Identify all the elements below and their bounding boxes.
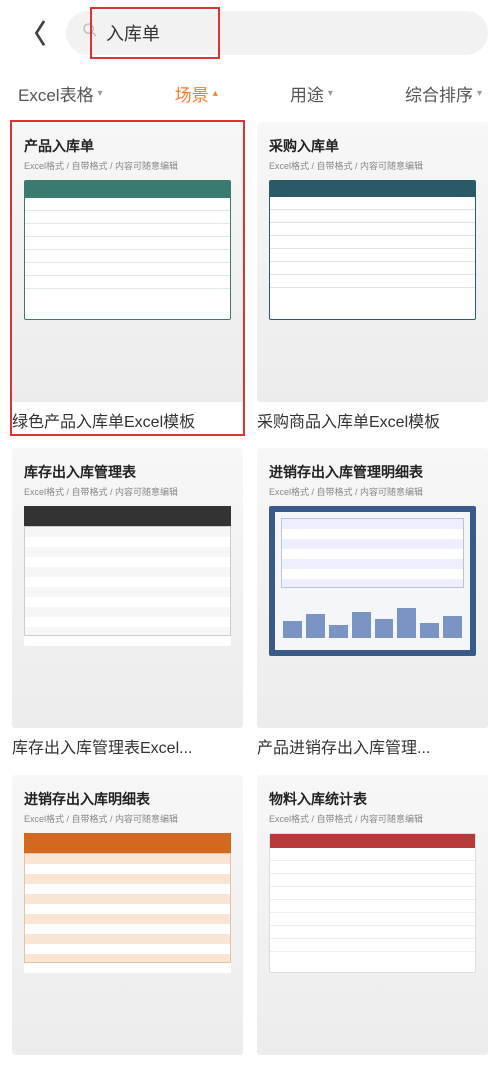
template-grid: 产品入库单 Excel格式 / 自带格式 / 内容可随意编辑 绿色产品入库单Ex… xyxy=(0,118,500,1067)
template-thumbnail: 物料入库统计表 Excel格式 / 自带格式 / 内容可随意编辑 xyxy=(257,775,488,1055)
template-card[interactable]: 采购入库单 Excel格式 / 自带格式 / 内容可随意编辑 采购商品入库单Ex… xyxy=(257,122,488,434)
chevron-down-icon: ▾ xyxy=(477,88,482,99)
mini-table-preview xyxy=(269,506,476,656)
thumb-subtitle: Excel格式 / 自带格式 / 内容可随意编辑 xyxy=(24,159,231,172)
thumb-title: 进销存出入库明细表 xyxy=(24,789,231,809)
thumb-subtitle: Excel格式 / 自带格式 / 内容可随意编辑 xyxy=(24,812,231,825)
thumb-subtitle: Excel格式 / 自带格式 / 内容可随意编辑 xyxy=(269,159,476,172)
filter-tabs: Excel表格 ▾ 场景 ▴ 用途 ▾ 综合排序 ▾ xyxy=(0,65,500,118)
mini-table-preview xyxy=(269,833,476,973)
template-thumbnail: 采购入库单 Excel格式 / 自带格式 / 内容可随意编辑 xyxy=(257,122,488,402)
template-thumbnail: 进销存出入库管理明细表 Excel格式 / 自带格式 / 内容可随意编辑 xyxy=(257,448,488,728)
tab-label: 用途 xyxy=(290,81,324,106)
header: 〈 xyxy=(0,0,500,65)
search-icon xyxy=(82,22,98,43)
tab-usage[interactable]: 用途 ▾ xyxy=(290,81,333,106)
tab-label: 综合排序 xyxy=(405,81,473,106)
thumb-subtitle: Excel格式 / 自带格式 / 内容可随意编辑 xyxy=(24,485,231,498)
template-card[interactable]: 库存出入库管理表 Excel格式 / 自带格式 / 内容可随意编辑 库存出入库管… xyxy=(12,448,243,760)
search-input[interactable] xyxy=(106,22,472,43)
search-bar[interactable] xyxy=(66,11,488,55)
template-thumbnail: 进销存出入库明细表 Excel格式 / 自带格式 / 内容可随意编辑 xyxy=(12,775,243,1055)
template-card[interactable]: 进销存出入库明细表 Excel格式 / 自带格式 / 内容可随意编辑 xyxy=(12,775,243,1055)
mini-table-preview xyxy=(24,506,231,646)
template-card[interactable]: 产品入库单 Excel格式 / 自带格式 / 内容可随意编辑 绿色产品入库单Ex… xyxy=(12,122,243,434)
mini-table-preview xyxy=(24,833,231,973)
template-title: 库存出入库管理表Excel... xyxy=(12,738,243,760)
chevron-up-icon: ▴ xyxy=(213,88,218,99)
thumb-title: 产品入库单 xyxy=(24,136,231,156)
template-thumbnail: 产品入库单 Excel格式 / 自带格式 / 内容可随意编辑 xyxy=(12,122,243,402)
template-title: 绿色产品入库单Excel模板 xyxy=(12,412,243,434)
tab-sort[interactable]: 综合排序 ▾ xyxy=(405,81,482,106)
template-thumbnail: 库存出入库管理表 Excel格式 / 自带格式 / 内容可随意编辑 xyxy=(12,448,243,728)
tab-label: 场景 xyxy=(175,81,209,106)
template-title: 产品进销存出入库管理... xyxy=(257,738,488,760)
template-card[interactable]: 物料入库统计表 Excel格式 / 自带格式 / 内容可随意编辑 xyxy=(257,775,488,1055)
template-title: 采购商品入库单Excel模板 xyxy=(257,412,488,434)
chevron-down-icon: ▾ xyxy=(328,88,333,99)
template-card[interactable]: 进销存出入库管理明细表 Excel格式 / 自带格式 / 内容可随意编辑 产品进… xyxy=(257,448,488,760)
tab-excel-format[interactable]: Excel表格 ▾ xyxy=(18,81,103,106)
thumb-title: 物料入库统计表 xyxy=(269,789,476,809)
back-button[interactable]: 〈 xyxy=(12,10,54,55)
tab-label: Excel表格 xyxy=(18,81,94,106)
chevron-left-icon: 〈 xyxy=(20,19,46,49)
thumb-title: 进销存出入库管理明细表 xyxy=(269,462,476,482)
thumb-subtitle: Excel格式 / 自带格式 / 内容可随意编辑 xyxy=(269,812,476,825)
thumb-subtitle: Excel格式 / 自带格式 / 内容可随意编辑 xyxy=(269,485,476,498)
chevron-down-icon: ▾ xyxy=(98,88,103,99)
thumb-title: 采购入库单 xyxy=(269,136,476,156)
thumb-title: 库存出入库管理表 xyxy=(24,462,231,482)
mini-table-preview xyxy=(24,180,231,320)
mini-table-preview xyxy=(269,180,476,320)
tab-scene[interactable]: 场景 ▴ xyxy=(175,81,218,106)
